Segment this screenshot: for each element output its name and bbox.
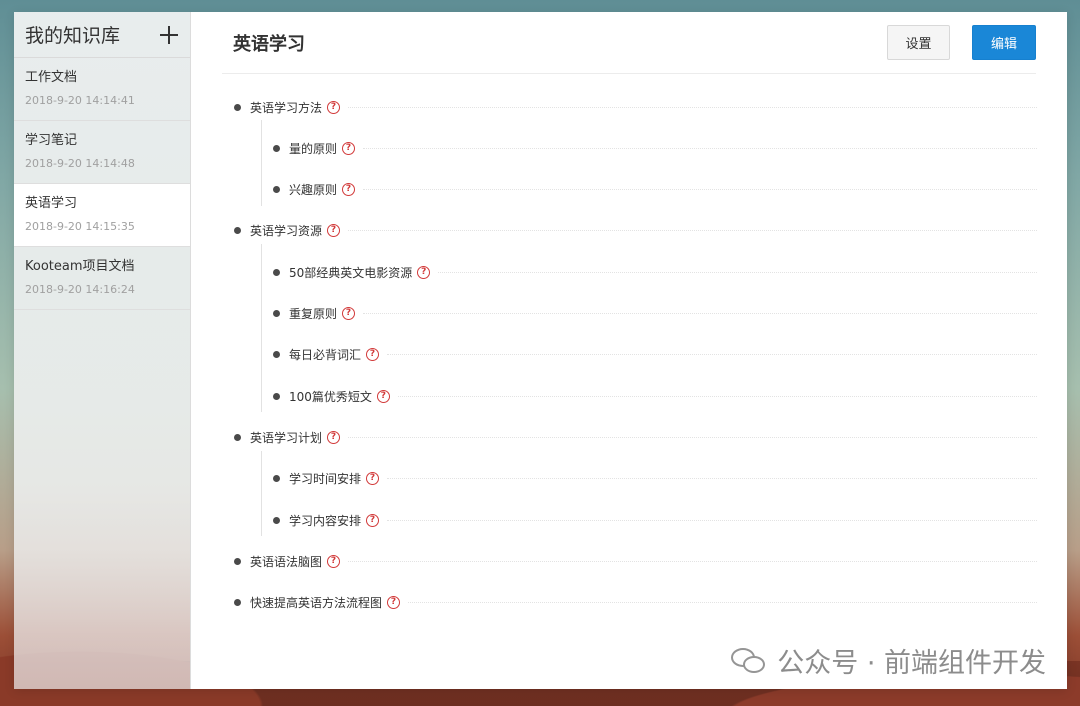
main-header: 英语学习 设置 编辑: [222, 12, 1036, 74]
outline-node-label: 重复原则: [289, 307, 338, 321]
bullet-dot: [273, 475, 280, 483]
sidebar-header: 我的知识库: [14, 12, 190, 58]
outline-node-label: 英语语法脑图: [250, 554, 323, 569]
row-divider: [348, 230, 1037, 232]
help-icon[interactable]: ?: [327, 100, 341, 114]
doc-list-item-active[interactable]: 英语学习 2018-9-20 14:15:35: [14, 184, 190, 247]
help-icon[interactable]: ?: [327, 430, 341, 444]
help-icon[interactable]: ?: [417, 265, 431, 279]
bullet-dot: [273, 144, 280, 152]
bullet-dot: [234, 433, 241, 441]
bullet-dot: [273, 310, 280, 317]
outline-subnode[interactable]: 100篇优秀短文?: [273, 386, 1037, 406]
outline-node-label: 量的原则: [289, 141, 338, 156]
row-divider: [387, 478, 1037, 480]
doc-name: 英语学习: [25, 196, 78, 211]
header-actions: 设置 编辑: [887, 25, 1036, 60]
outline-node-label: 英语学习资源: [250, 224, 323, 239]
outline-subnode[interactable]: 50部经典英文电影资源?: [273, 262, 1037, 282]
outline-node[interactable]: 英语学习计划?: [234, 427, 1037, 447]
row-divider: [363, 147, 1037, 149]
outline-node-label: 50部经典英文电影资源: [289, 265, 413, 280]
row-divider: [363, 313, 1037, 314]
bullet-dot: [273, 392, 280, 400]
help-icon[interactable]: ?: [366, 348, 380, 362]
doc-name: 工作文档: [25, 70, 78, 85]
row-divider: [348, 560, 1037, 562]
outline-node-label: 快速提高英语方法流程图: [250, 596, 383, 611]
outline-subnode[interactable]: 学习时间安排?: [273, 469, 1037, 489]
outline-node-label: 学习时间安排: [289, 472, 362, 487]
outline-node-label: 学习内容安排: [289, 513, 362, 528]
outline-node[interactable]: 英语学习资源?: [234, 221, 1037, 241]
doc-name: Kooteam项目文档: [25, 259, 135, 274]
page-title: 英语学习: [233, 33, 305, 55]
bullet-dot: [273, 268, 280, 276]
outline-subnode[interactable]: 兴趣原则?: [273, 180, 1037, 200]
row-divider: [397, 395, 1037, 397]
outline-node-label: 100篇优秀短文: [289, 389, 372, 404]
edit-button[interactable]: 编辑: [972, 25, 1036, 60]
help-icon[interactable]: ?: [376, 389, 390, 403]
bullet-dot: [234, 599, 241, 607]
doc-time: 2018-9-20 14:15:35: [25, 220, 135, 233]
row-divider: [387, 354, 1037, 356]
sidebar: 我的知识库 工作文档 2018-9-20 14:14:41 学习笔记 2018-…: [14, 12, 191, 689]
outline-subnode[interactable]: 学习内容安排?: [273, 510, 1037, 530]
help-icon[interactable]: ?: [342, 183, 356, 197]
outline-subnode[interactable]: 每日必背词汇?: [273, 345, 1037, 365]
help-icon[interactable]: ?: [327, 224, 341, 238]
doc-list-item[interactable]: 学习笔记 2018-9-20 14:14:48: [14, 121, 190, 184]
bullet-dot: [273, 186, 280, 194]
row-divider: [348, 436, 1037, 438]
outline-node-label: 英语学习方法: [250, 100, 323, 115]
row-divider: [387, 519, 1037, 521]
help-icon[interactable]: ?: [366, 513, 380, 527]
help-icon[interactable]: ?: [342, 141, 356, 155]
row-divider: [408, 602, 1037, 604]
settings-button[interactable]: 设置: [887, 25, 950, 60]
bullet-dot: [273, 516, 280, 524]
watermark: 公众号 · 前端组件开发: [731, 641, 1046, 680]
help-icon[interactable]: ?: [387, 596, 401, 610]
bullet-dot: [234, 557, 241, 565]
sidebar-title: 我的知识库: [25, 25, 121, 47]
outline-node[interactable]: 快速提高英语方法流程图?: [234, 593, 1037, 613]
outline-subnode[interactable]: 量的原则?: [273, 138, 1037, 158]
outline-node-label: 英语学习计划: [250, 430, 323, 445]
doc-name: 学习笔记: [25, 133, 78, 148]
doc-time: 2018-9-20 14:16:24: [25, 283, 135, 296]
outline-node[interactable]: 英语语法脑图?: [234, 551, 1037, 571]
help-icon[interactable]: ?: [366, 472, 380, 486]
doc-time: 2018-9-20 14:14:48: [25, 157, 135, 170]
bullet-dot: [273, 351, 280, 359]
help-icon[interactable]: ?: [327, 554, 341, 568]
outline-node-label: 兴趣原则: [289, 183, 338, 198]
plus-icon[interactable]: [160, 25, 178, 44]
bullet-dot: [234, 103, 241, 111]
wechat-icon: [731, 646, 767, 676]
outline-node-label: 每日必背词汇: [289, 348, 362, 363]
watermark-text: 公众号 · 前端组件开发: [777, 648, 1046, 679]
doc-list-item[interactable]: Kooteam项目文档 2018-9-20 14:16:24: [14, 247, 190, 310]
doc-list-item[interactable]: 工作文档 2018-9-20 14:14:41: [14, 58, 190, 121]
row-divider: [363, 189, 1037, 191]
help-icon[interactable]: ?: [342, 307, 356, 320]
outline-node[interactable]: 英语学习方法?: [234, 97, 1037, 117]
bullet-dot: [234, 227, 241, 235]
doc-time: 2018-9-20 14:14:41: [25, 94, 135, 107]
outline-subnode[interactable]: 重复原则?: [273, 304, 1037, 324]
row-divider: [348, 106, 1037, 108]
row-divider: [438, 271, 1037, 273]
